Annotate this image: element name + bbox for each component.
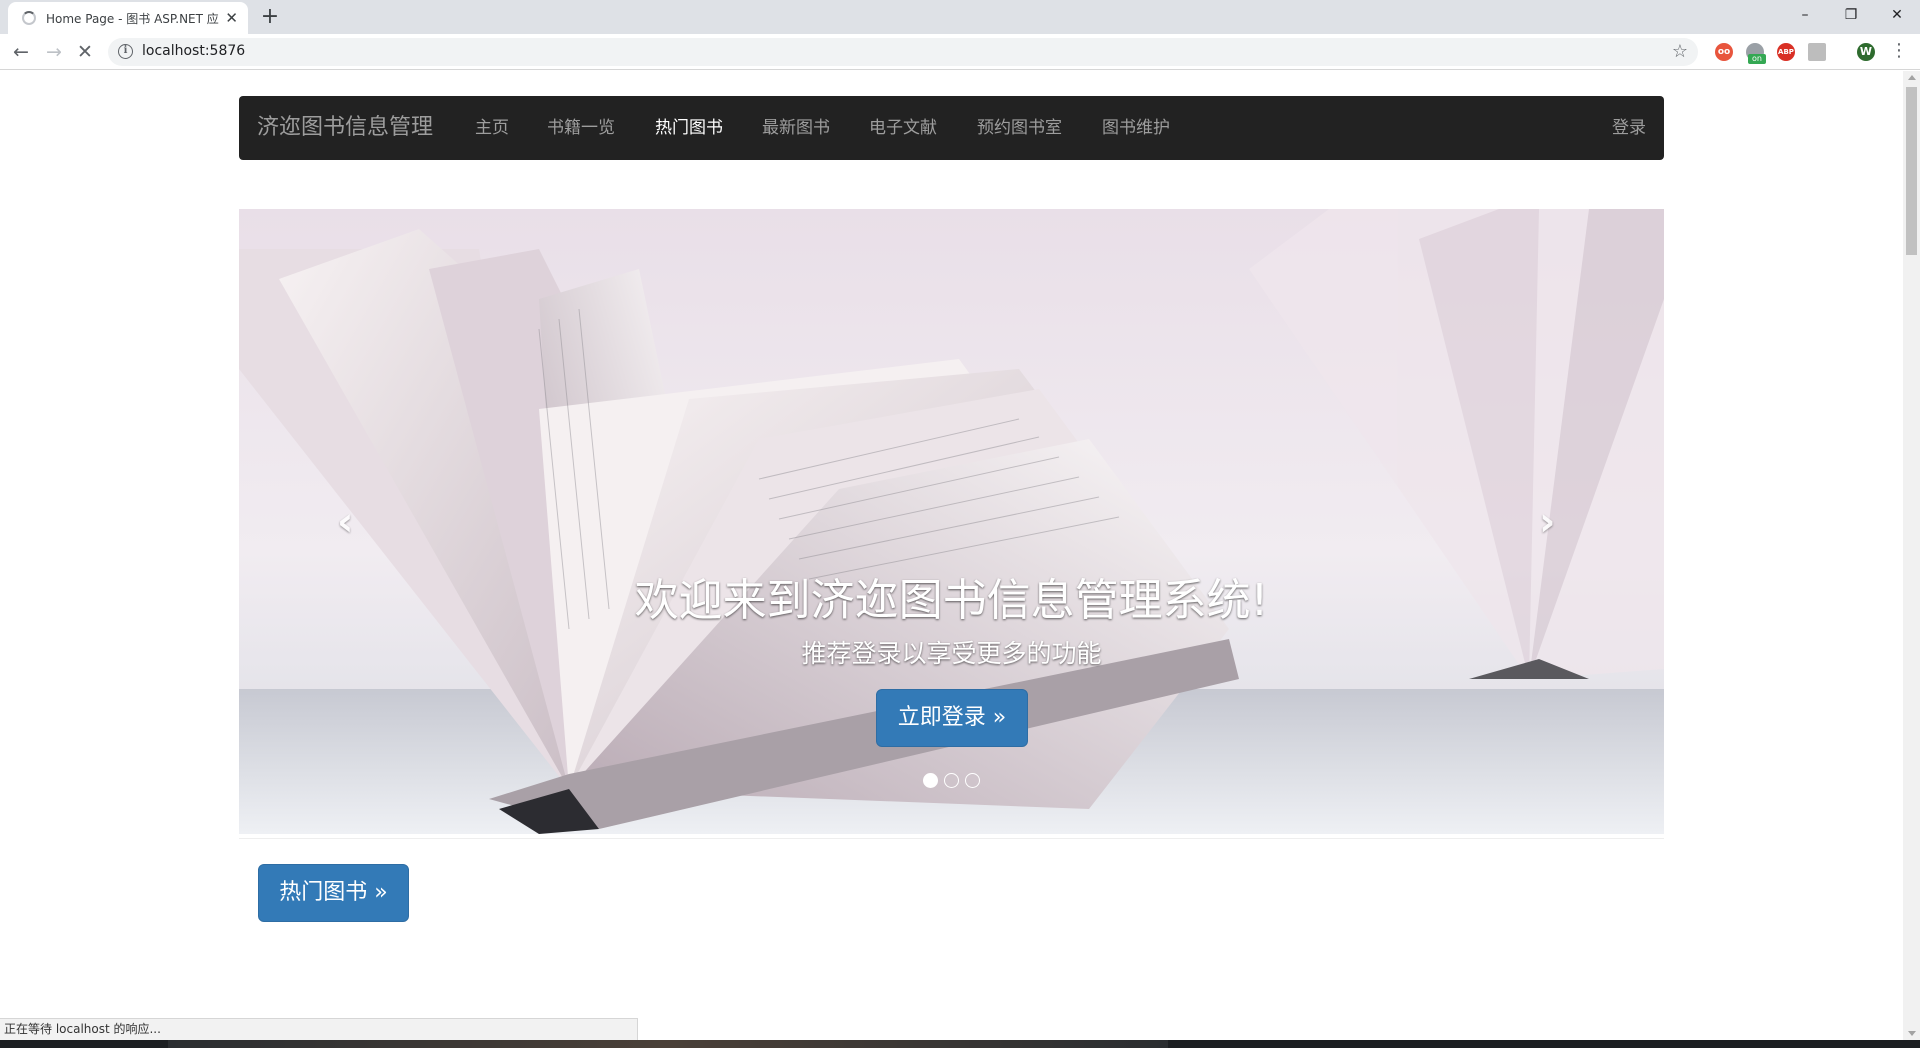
tab-close-icon[interactable]: ✕ — [225, 9, 238, 27]
url-text[interactable]: localhost:5876 — [142, 43, 245, 59]
carousel-indicator-1[interactable] — [923, 773, 938, 788]
extension-badge: on — [1748, 54, 1766, 64]
restore-button[interactable]: ❐ — [1828, 0, 1874, 30]
minimize-button[interactable]: – — [1782, 0, 1828, 30]
close-window-button[interactable]: ✕ — [1874, 0, 1920, 30]
site-brand[interactable]: 济迩图书信息管理 — [257, 96, 433, 160]
extension-ublock-icon[interactable]: oo — [1715, 43, 1733, 61]
os-taskbar — [0, 1040, 1920, 1048]
new-tab-button[interactable]: + — [258, 4, 282, 30]
loading-spinner-icon — [22, 11, 36, 25]
carousel-prev-icon[interactable]: ‹ — [337, 499, 353, 545]
scroll-up-icon[interactable] — [1908, 75, 1916, 80]
browser-tab[interactable]: Home Page - 图书 ASP.NET 应 ✕ — [8, 2, 248, 34]
hero-carousel: ‹ › 欢迎来到济迩图书信息管理系统! 推荐登录以享受更多的功能 立即登录 » — [239, 209, 1664, 834]
carousel-next-icon[interactable]: › — [1539, 499, 1555, 545]
stop-loading-icon[interactable]: ✕ — [73, 40, 97, 64]
nav-item-popular[interactable]: 热门图书 — [655, 96, 723, 160]
extension-adblock-icon[interactable]: ABP — [1777, 43, 1795, 61]
profile-avatar[interactable]: W — [1857, 43, 1875, 61]
tab-strip: Home Page - 图书 ASP.NET 应 ✕ + – ❐ ✕ — [0, 0, 1920, 34]
carousel-indicator-3[interactable] — [965, 773, 980, 788]
browser-status-bar: 正在等待 localhost 的响应... — [0, 1018, 638, 1040]
carousel-indicators — [239, 773, 1664, 788]
taskbar-app-strip — [168, 1040, 1168, 1048]
site-navbar: 济迩图书信息管理 主页 书籍一览 热门图书 最新图书 电子文献 预约图书室 图书… — [239, 96, 1664, 160]
login-now-button[interactable]: 立即登录 » — [876, 689, 1028, 747]
nav-item-ebooks[interactable]: 电子文献 — [869, 96, 937, 160]
forward-arrow-icon[interactable]: → — [42, 40, 66, 64]
login-link[interactable]: 登录 — [1612, 96, 1646, 160]
bookmark-star-icon[interactable]: ☆ — [1672, 41, 1688, 62]
scrollbar-thumb[interactable] — [1906, 87, 1917, 255]
nav-item-home[interactable]: 主页 — [475, 96, 509, 160]
browser-toolbar: ← → ✕ i localhost:5876 ☆ oo on ABP W ⋮ — [0, 34, 1920, 70]
site-info-icon[interactable]: i — [118, 44, 133, 59]
nav-item-book-list[interactable]: 书籍一览 — [547, 96, 615, 160]
section-divider — [239, 838, 1664, 839]
nav-item-reserve-room[interactable]: 预约图书室 — [977, 96, 1062, 160]
popular-books-button[interactable]: 热门图书 » — [258, 864, 409, 922]
page-scrollbar[interactable] — [1903, 71, 1920, 1040]
address-bar[interactable]: i localhost:5876 ☆ — [108, 38, 1698, 66]
menu-kebab-icon[interactable]: ⋮ — [1890, 40, 1908, 61]
carousel-subtitle: 推荐登录以享受更多的功能 — [801, 639, 1102, 668]
scroll-down-icon[interactable] — [1908, 1031, 1916, 1036]
nav-item-newest[interactable]: 最新图书 — [762, 96, 830, 160]
tab-title: Home Page - 图书 ASP.NET 应 — [46, 11, 219, 26]
nav-item-maintenance[interactable]: 图书维护 — [1102, 96, 1170, 160]
carousel-title: 欢迎来到济迩图书信息管理系统! — [634, 575, 1269, 626]
back-arrow-icon[interactable]: ← — [9, 40, 33, 64]
carousel-indicator-2[interactable] — [944, 773, 959, 788]
extension-translate-icon[interactable] — [1808, 43, 1826, 61]
